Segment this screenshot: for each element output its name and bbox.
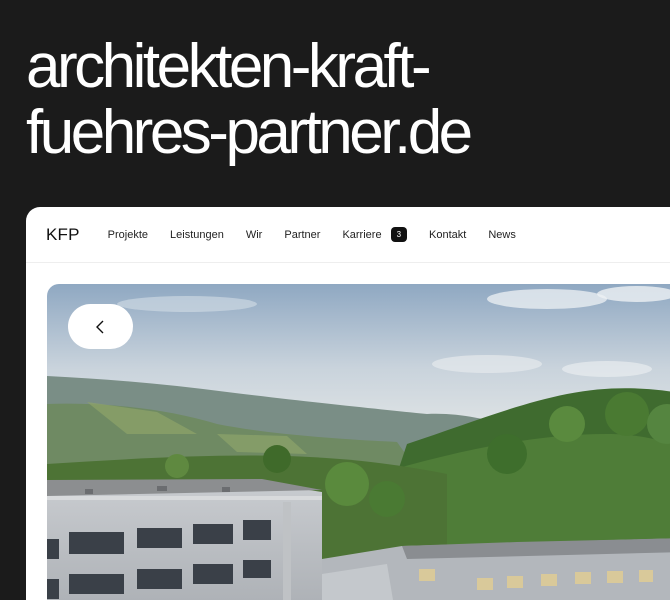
- nav-item-karriere[interactable]: Karriere 3: [342, 227, 408, 242]
- hero-image: [47, 284, 670, 600]
- nav-item-news[interactable]: News: [488, 229, 516, 241]
- chevron-left-icon: [95, 320, 103, 333]
- nav-label: Projekte: [107, 228, 149, 241]
- website-preview: KFP Projekte Leistungen Wir Partner Karr…: [26, 207, 670, 600]
- nav-item-projekte[interactable]: Projekte: [108, 229, 148, 241]
- nav-item-kontakt[interactable]: Kontakt: [429, 229, 466, 241]
- headline-line-1: architekten-kraft-: [26, 32, 432, 101]
- nav-label: Wir: [245, 228, 263, 241]
- headline-line-2: fuehres-partner.de: [26, 98, 473, 167]
- nav-item-wir[interactable]: Wir: [246, 229, 263, 241]
- landscape-photo: [47, 284, 670, 600]
- slider-back-button[interactable]: [68, 304, 133, 349]
- jobs-count-badge: 3: [390, 227, 408, 242]
- nav-label: Kontakt: [429, 228, 467, 241]
- nav-item-partner[interactable]: Partner: [284, 229, 320, 241]
- nav-label: News: [488, 228, 516, 241]
- top-navigation: KFP Projekte Leistungen Wir Partner Karr…: [26, 207, 670, 263]
- nav-label: Karriere: [342, 228, 382, 241]
- domain-headline: architekten-kraft- fuehres-partner.de: [26, 32, 473, 167]
- nav-label: Partner: [284, 228, 321, 241]
- nav-label: Leistungen: [170, 228, 224, 241]
- site-logo[interactable]: KFP: [46, 225, 80, 245]
- nav-item-leistungen[interactable]: Leistungen: [170, 229, 224, 241]
